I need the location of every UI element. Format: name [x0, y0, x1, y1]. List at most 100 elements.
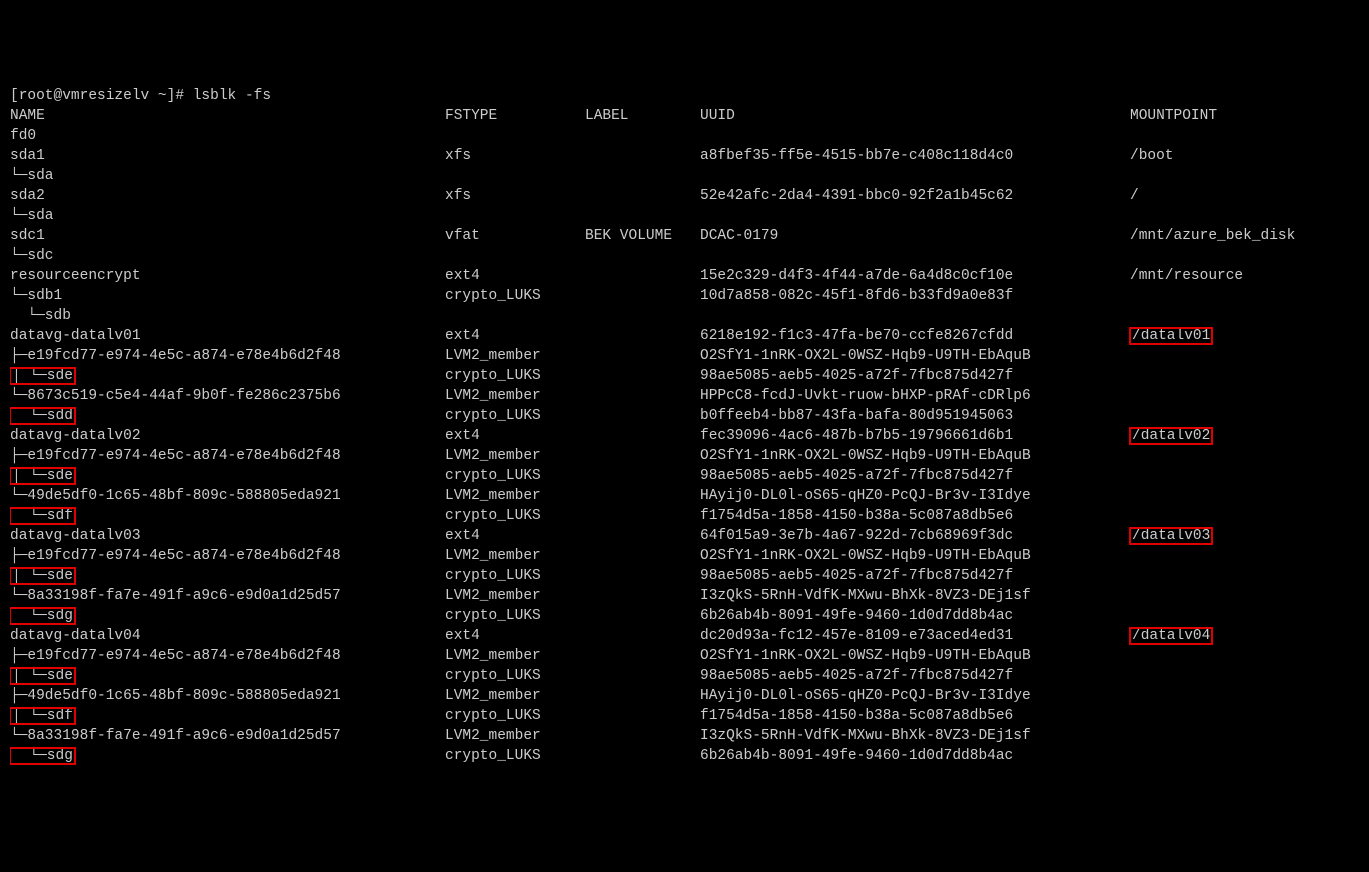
highlight-box: │ └─sde: [10, 368, 75, 384]
lsblk-row: └─sdb: [10, 306, 1359, 326]
mountpoint: [1130, 646, 1300, 666]
mountpoint: [1130, 346, 1300, 366]
mountpoint: [1130, 286, 1300, 306]
lsblk-row: ├─e19fcd77-e974-4e5c-a874-e78e4b6d2f48LV…: [10, 646, 1359, 666]
device-name: ├─e19fcd77-e974-4e5c-a874-e78e4b6d2f48: [10, 346, 445, 366]
uuid: O2SfY1-1nRK-OX2L-0WSZ-Hqb9-U9TH-EbAquB: [700, 546, 1130, 566]
mountpoint: [1130, 686, 1300, 706]
label: [585, 286, 700, 306]
uuid: I3zQkS-5RnH-VdfK-MXwu-BhXk-8VZ3-DEj1sf: [700, 586, 1130, 606]
label: [585, 606, 700, 626]
uuid: O2SfY1-1nRK-OX2L-0WSZ-Hqb9-U9TH-EbAquB: [700, 446, 1130, 466]
fstype: xfs: [445, 186, 585, 206]
uuid: 6b26ab4b-8091-49fe-9460-1d0d7dd8b4ac: [700, 606, 1130, 626]
fstype: [445, 306, 585, 326]
mountpoint: [1130, 126, 1300, 146]
uuid: [700, 306, 1130, 326]
highlight-box: /datalv01: [1130, 328, 1212, 344]
uuid: a8fbef35-ff5e-4515-bb7e-c408c118d4c0: [700, 146, 1130, 166]
uuid: fec39096-4ac6-487b-b7b5-19796661d6b1: [700, 426, 1130, 446]
mountpoint: /mnt/azure_bek_disk: [1130, 226, 1300, 246]
uuid: 10d7a858-082c-45f1-8fd6-b33fd9a0e83f: [700, 286, 1130, 306]
uuid: 6218e192-f1c3-47fa-be70-ccfe8267cfdd: [700, 326, 1130, 346]
lsblk-row: └─sddcrypto_LUKSb0ffeeb4-bb87-43fa-bafa-…: [10, 406, 1359, 426]
label: [585, 686, 700, 706]
label: [585, 526, 700, 546]
fstype: crypto_LUKS: [445, 466, 585, 486]
label: [585, 466, 700, 486]
fstype: crypto_LUKS: [445, 286, 585, 306]
highlight-box: │ └─sde: [10, 468, 75, 484]
highlight-box: /datalv04: [1130, 628, 1212, 644]
label: [585, 506, 700, 526]
fstype: ext4: [445, 426, 585, 446]
fstype: LVM2_member: [445, 686, 585, 706]
device-name: └─sdb1: [10, 286, 445, 306]
uuid: I3zQkS-5RnH-VdfK-MXwu-BhXk-8VZ3-DEj1sf: [700, 726, 1130, 746]
highlight-box: │ └─sde: [10, 668, 75, 684]
label: [585, 166, 700, 186]
col-header-mountpoint: MOUNTPOINT: [1130, 106, 1300, 126]
device-name: └─8a33198f-fa7e-491f-a9c6-e9d0a1d25d57: [10, 726, 445, 746]
mountpoint: /datalv02: [1130, 426, 1300, 446]
lsblk-row: datavg-datalv03ext464f015a9-3e7b-4a67-92…: [10, 526, 1359, 546]
fstype: ext4: [445, 266, 585, 286]
device-name: datavg-datalv04: [10, 626, 445, 646]
fstype: LVM2_member: [445, 486, 585, 506]
label: [585, 126, 700, 146]
uuid: [700, 206, 1130, 226]
lsblk-row: └─sdc: [10, 246, 1359, 266]
lsblk-header: NAMEFSTYPELABELUUIDMOUNTPOINT: [10, 106, 1359, 126]
lsblk-row: ├─e19fcd77-e974-4e5c-a874-e78e4b6d2f48LV…: [10, 346, 1359, 366]
mountpoint: [1130, 446, 1300, 466]
uuid: [700, 246, 1130, 266]
lsblk-row: └─8673c519-c5e4-44af-9b0f-fe286c2375b6LV…: [10, 386, 1359, 406]
uuid: [700, 166, 1130, 186]
col-header-uuid: UUID: [700, 106, 1130, 126]
uuid: 98ae5085-aeb5-4025-a72f-7fbc875d427f: [700, 566, 1130, 586]
highlight-box: └─sdg: [10, 608, 75, 624]
fstype: LVM2_member: [445, 546, 585, 566]
lsblk-row: └─sdgcrypto_LUKS6b26ab4b-8091-49fe-9460-…: [10, 746, 1359, 766]
fstype: ext4: [445, 626, 585, 646]
uuid: HPPcC8-fcdJ-Uvkt-ruow-bHXP-pRAf-cDRlp6: [700, 386, 1130, 406]
device-name: └─sda: [10, 166, 445, 186]
mountpoint: [1130, 486, 1300, 506]
mountpoint: [1130, 366, 1300, 386]
lsblk-row: └─49de5df0-1c65-48bf-809c-588805eda921LV…: [10, 486, 1359, 506]
device-name: ├─49de5df0-1c65-48bf-809c-588805eda921: [10, 686, 445, 706]
lsblk-row: sda1xfs a8fbef35-ff5e-4515-bb7e-c408c118d…: [10, 146, 1359, 166]
device-name: ├─e19fcd77-e974-4e5c-a874-e78e4b6d2f48: [10, 646, 445, 666]
device-name: └─sdb: [10, 306, 445, 326]
device-name: sda2: [10, 186, 445, 206]
label: [585, 266, 700, 286]
label: [585, 626, 700, 646]
mountpoint: [1130, 166, 1300, 186]
fstype: [445, 246, 585, 266]
device-name: resourceencrypt: [10, 266, 445, 286]
label: [585, 746, 700, 766]
mountpoint: [1130, 546, 1300, 566]
fstype: LVM2_member: [445, 726, 585, 746]
device-name: sda1: [10, 146, 445, 166]
fstype: xfs: [445, 146, 585, 166]
uuid: 15e2c329-d4f3-4f44-a7de-6a4d8c0cf10e: [700, 266, 1130, 286]
fstype: [445, 206, 585, 226]
prompt-line: [root@vmresizelv ~]# lsblk -fs: [10, 86, 1359, 106]
fstype: crypto_LUKS: [445, 666, 585, 686]
shell-command: lsblk -fs: [193, 86, 271, 106]
fstype: crypto_LUKS: [445, 746, 585, 766]
label: [585, 186, 700, 206]
uuid: 64f015a9-3e7b-4a67-922d-7cb68969f3dc: [700, 526, 1130, 546]
label: [585, 426, 700, 446]
col-header-name: NAME: [10, 106, 445, 126]
label: [585, 546, 700, 566]
uuid: f1754d5a-1858-4150-b38a-5c087a8db5e6: [700, 706, 1130, 726]
fstype: LVM2_member: [445, 346, 585, 366]
label: [585, 206, 700, 226]
lsblk-row: │ └─sdfcrypto_LUKSf1754d5a-1858-4150-b38…: [10, 706, 1359, 726]
device-name: └─sdg: [10, 606, 445, 626]
uuid: O2SfY1-1nRK-OX2L-0WSZ-Hqb9-U9TH-EbAquB: [700, 346, 1130, 366]
label: [585, 406, 700, 426]
uuid: DCAC-0179: [700, 226, 1130, 246]
